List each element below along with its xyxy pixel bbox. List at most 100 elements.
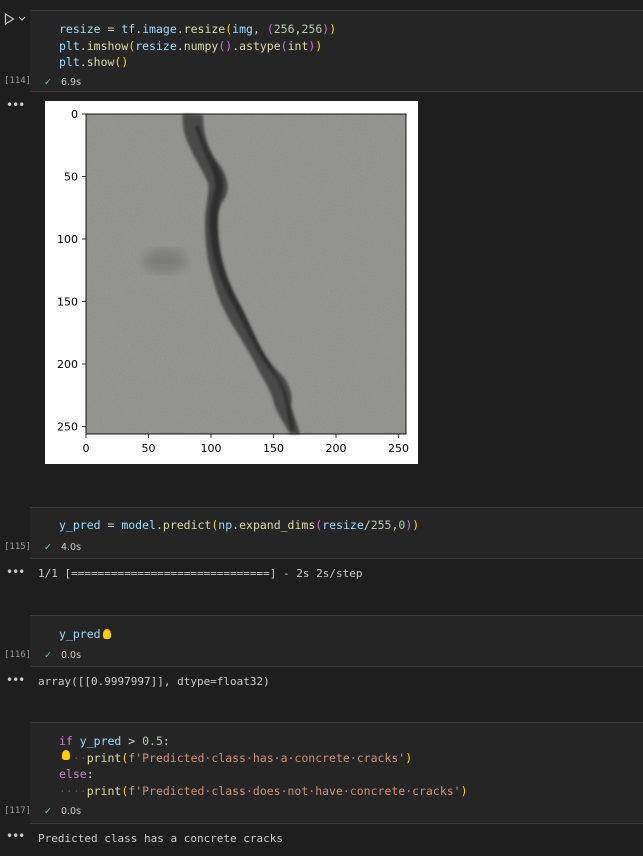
code-cell[interactable]: y_pred = model.predict(np.expand_dims(re… <box>30 507 643 559</box>
code-editor[interactable]: y_pred = model.predict(np.expand_dims(re… <box>59 517 419 534</box>
code-token: y_pred <box>59 518 101 532</box>
stain <box>143 249 187 273</box>
code-token: ( <box>266 22 274 36</box>
cell-status: ✓ 0.0s <box>44 806 81 817</box>
code-line[interactable]: ····print(f'Predicted·class·does·not·hav… <box>59 783 468 800</box>
code-token: astype <box>239 38 281 53</box>
y-tick-label: 250 <box>57 421 78 434</box>
status-duration: 6.9s <box>60 77 82 88</box>
check-icon: ✓ <box>44 650 52 661</box>
code-editor[interactable]: resize = tf.image.resize(img, (256,256))… <box>59 21 336 71</box>
code-token: 255 <box>370 518 392 532</box>
code-token: . <box>79 38 87 53</box>
code-editor[interactable]: y_pred <box>59 626 111 643</box>
code-line[interactable]: plt.show() <box>59 54 336 71</box>
code-line[interactable]: plt.imshow(resize.numpy().astype(int)) <box>59 38 336 55</box>
code-editor[interactable]: if y_pred > 0.5: ····print(f'Predicted·cl… <box>59 733 468 799</box>
code-token: resize <box>183 22 226 36</box>
code-token: y_pred <box>59 627 101 641</box>
x-tick-label: 250 <box>388 442 409 455</box>
code-token: = <box>100 22 122 36</box>
ellipsis-icon[interactable]: ••• <box>6 565 25 579</box>
code-token: model <box>121 518 156 532</box>
x-axis: 0 50 100 150 200 250 <box>83 434 409 455</box>
code-token: resize <box>59 22 101 36</box>
code-token: () <box>114 55 129 69</box>
code-token: : <box>86 767 94 781</box>
y-tick-label: 200 <box>57 358 78 371</box>
code-token: show <box>86 55 115 69</box>
code-cell[interactable]: resize = tf.image.resize(img, (256,256))… <box>30 10 643 92</box>
code-token: plt <box>59 55 80 69</box>
code-token: = <box>100 518 122 532</box>
code-token: 256 <box>273 22 295 36</box>
execution-count: [116] <box>4 650 32 660</box>
lightbulb-icon[interactable] <box>102 629 111 639</box>
code-token: : <box>162 734 170 748</box>
status-duration: 0.0s <box>60 650 82 661</box>
lightbulb-icon[interactable] <box>62 749 70 760</box>
code-cell[interactable]: if y_pred > 0.5: ····print(f'Predicted·cl… <box>30 722 643 824</box>
code-token: . <box>79 55 87 69</box>
chevron-down-icon[interactable] <box>18 16 26 22</box>
x-tick-label: 200 <box>326 442 347 455</box>
run-cell-icon[interactable] <box>4 13 15 25</box>
code-line[interactable]: y_pred = model.predict(np.expand_dims(re… <box>59 517 419 534</box>
code-line[interactable]: y_pred <box>59 626 111 643</box>
code-token: resize <box>322 518 364 532</box>
code-token: img <box>232 22 253 36</box>
code-token: imshow <box>86 38 129 53</box>
code-token: / <box>363 518 371 532</box>
code-token: y_pred <box>79 734 122 748</box>
code-line[interactable]: else: <box>59 766 468 783</box>
code-cell[interactable]: y_pred <box>30 615 643 667</box>
code-token: image <box>142 22 177 36</box>
code-token: . <box>176 38 184 53</box>
execution-count: [115] <box>4 542 32 552</box>
y-tick-label: 0 <box>71 108 78 121</box>
code-line[interactable]: resize = tf.image.resize(img, (256,256)) <box>59 21 336 38</box>
check-icon: ✓ <box>44 806 52 817</box>
code-token: ) <box>329 22 337 36</box>
check-icon: ✓ <box>44 77 52 88</box>
code-token: 256 <box>301 22 323 36</box>
code-token: ) <box>460 783 468 798</box>
code-token: 0.5 <box>142 734 163 748</box>
code-token: print <box>86 783 122 798</box>
code-token: print <box>86 750 122 765</box>
x-tick-label: 150 <box>263 442 284 455</box>
code-token: ) <box>405 750 413 765</box>
code-line[interactable]: if y_pred > 0.5: <box>59 733 468 750</box>
code-token: int <box>287 38 309 53</box>
code-line[interactable]: ····print(f'Predicted·class·has·a·concre… <box>59 749 468 767</box>
ellipsis-icon[interactable]: ••• <box>6 673 25 687</box>
code-token: > <box>121 734 143 748</box>
y-tick-label: 100 <box>57 233 78 246</box>
status-duration: 4.0s <box>60 542 82 553</box>
code-token: () <box>218 38 233 53</box>
check-icon: ✓ <box>44 542 52 553</box>
cell-status: ✓ 4.0s <box>44 542 81 553</box>
y-tick-label: 50 <box>64 171 78 184</box>
code-token: ( <box>280 38 288 53</box>
image-plot: 0 50 100 150 200 250 0 50 100 150 200 250 <box>57 108 409 455</box>
ellipsis-icon[interactable]: ••• <box>6 829 25 843</box>
x-tick-label: 0 <box>83 442 90 455</box>
code-token: . <box>176 22 184 36</box>
code-token: tf <box>121 22 136 36</box>
code-token: numpy <box>183 38 219 53</box>
code-token: ) <box>315 38 323 53</box>
code-token: f'Predicted·class·does·not·have·concrete… <box>128 783 461 798</box>
x-tick-label: 100 <box>201 442 222 455</box>
code-token: ) <box>412 518 420 532</box>
x-tick-label: 50 <box>142 442 156 455</box>
y-tick-label: 150 <box>57 296 78 309</box>
cell-output: array([[0.9997997]], dtype=float32) <box>38 675 270 688</box>
code-token: expand_dims <box>239 518 316 532</box>
ellipsis-icon[interactable]: ••• <box>6 98 25 112</box>
plot-output: 0 50 100 150 200 250 0 50 100 150 200 250 <box>45 101 418 464</box>
concrete-image <box>86 114 406 434</box>
code-token: np <box>218 518 233 532</box>
y-axis: 0 50 100 150 200 250 <box>57 108 86 434</box>
